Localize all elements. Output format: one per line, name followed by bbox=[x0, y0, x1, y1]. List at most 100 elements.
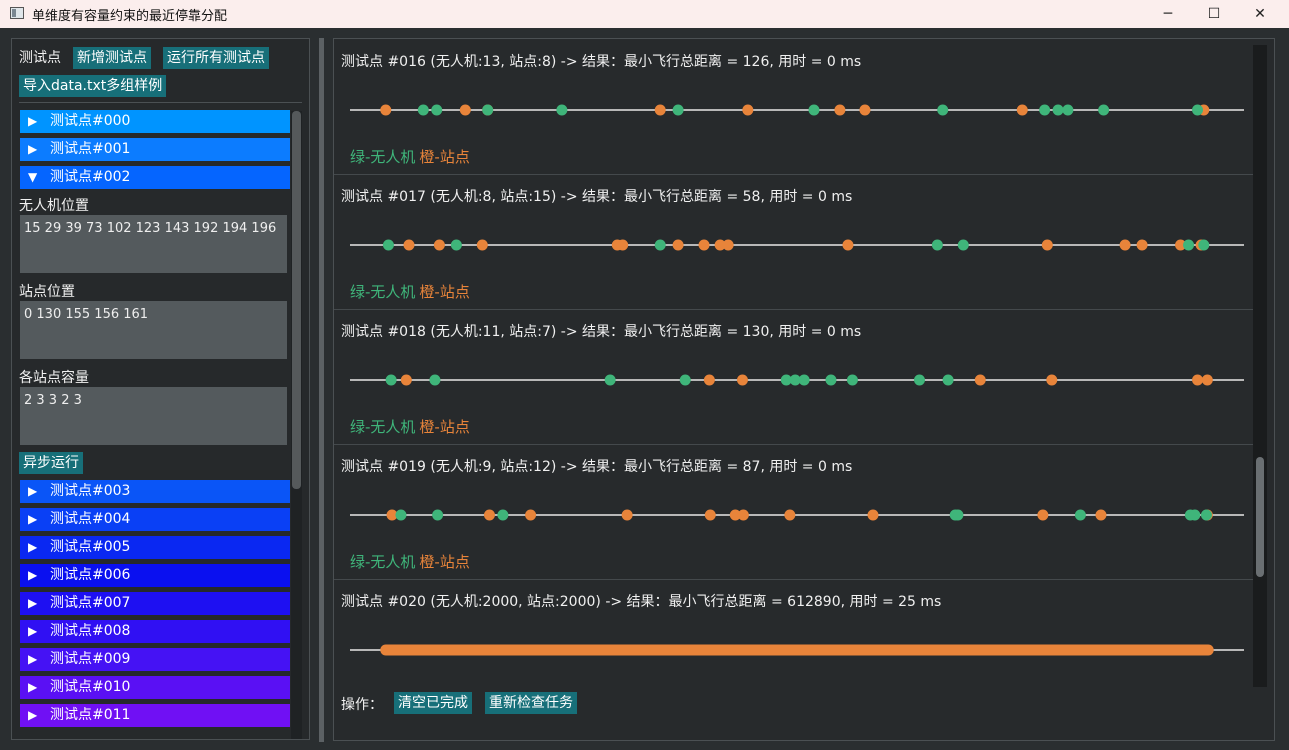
plot-legend: 绿-无人机 橙-站点 bbox=[350, 146, 470, 167]
drone-point bbox=[1039, 104, 1051, 116]
station-point bbox=[380, 104, 392, 116]
drone-point bbox=[1189, 509, 1201, 521]
testcase-item-label: 测试点#008 bbox=[50, 623, 131, 639]
expand-right-icon[interactable]: ▶ bbox=[28, 536, 37, 559]
testcase-item[interactable]: ▶ 测试点#010 bbox=[20, 676, 290, 699]
number-line-plot bbox=[350, 509, 1244, 521]
station-point bbox=[476, 239, 488, 251]
drone-point bbox=[957, 239, 969, 251]
scrollbar-thumb[interactable] bbox=[292, 111, 301, 489]
results-scrollbar-track[interactable] bbox=[1253, 45, 1267, 687]
stations-field[interactable]: 0 130 155 156 161 bbox=[20, 301, 287, 359]
testcase-item[interactable]: ▶ 测试点#004 bbox=[20, 508, 290, 531]
legend-drone: 绿-无人机 bbox=[350, 148, 416, 166]
drone-point bbox=[654, 239, 666, 251]
drone-point bbox=[556, 104, 568, 116]
result-card: 测试点 #019 (无人机:9, 站点:12) -> 结果：最小飞行总距离 = … bbox=[334, 444, 1254, 580]
expand-right-icon[interactable]: ▶ bbox=[28, 480, 37, 503]
station-point bbox=[698, 239, 710, 251]
legend-station: 橙-站点 bbox=[419, 283, 470, 301]
result-header: 测试点 #016 (无人机:13, 站点:8) -> 结果：最小飞行总距离 = … bbox=[341, 54, 862, 70]
close-button[interactable]: ✕ bbox=[1237, 0, 1283, 28]
testcase-item-label: 测试点#003 bbox=[50, 483, 131, 499]
drone-point bbox=[846, 374, 858, 386]
result-header: 测试点 #017 (无人机:8, 站点:15) -> 结果：最小飞行总距离 = … bbox=[341, 189, 853, 205]
results-scrollbar-thumb[interactable] bbox=[1256, 457, 1264, 577]
station-point bbox=[736, 374, 748, 386]
drone-point bbox=[450, 239, 462, 251]
testcase-item[interactable]: ▶ 测试点#000 bbox=[20, 110, 290, 133]
drone-point bbox=[1074, 509, 1086, 521]
drone-point bbox=[937, 104, 949, 116]
drone-point bbox=[931, 239, 943, 251]
expand-right-icon[interactable]: ▶ bbox=[28, 592, 37, 615]
station-point bbox=[1136, 239, 1148, 251]
testcase-item[interactable]: ▶ 测试点#007 bbox=[20, 592, 290, 615]
testcase-item-label: 测试点#011 bbox=[50, 707, 131, 723]
expand-right-icon[interactable]: ▶ bbox=[28, 110, 37, 133]
drone-point bbox=[1198, 239, 1210, 251]
testcase-panel: 测试点 新增测试点 运行所有测试点 导入data.txt多组样例 ▶ 测试点#00… bbox=[11, 38, 310, 740]
station-point bbox=[1119, 239, 1131, 251]
drone-point bbox=[1192, 104, 1204, 116]
plot-legend: 绿-无人机 橙-站点 bbox=[350, 551, 470, 572]
testcase-item[interactable]: ▶ 测试点#008 bbox=[20, 620, 290, 643]
testcase-item-label: 测试点#006 bbox=[50, 567, 131, 583]
testcase-item-label: 测试点#000 bbox=[50, 113, 131, 129]
result-header: 测试点 #020 (无人机:2000, 站点:2000) -> 结果：最小飞行总… bbox=[341, 594, 942, 610]
drones-field[interactable]: 15 29 39 73 102 123 143 192 194 196 bbox=[20, 215, 287, 273]
add-testcase-button[interactable]: 新增测试点 bbox=[73, 47, 151, 69]
drone-point bbox=[825, 374, 837, 386]
legend-drone: 绿-无人机 bbox=[350, 283, 416, 301]
expand-right-icon[interactable]: ▶ bbox=[28, 508, 37, 531]
drone-point bbox=[808, 104, 820, 116]
import-data-button[interactable]: 导入data.txt多组样例 bbox=[19, 75, 167, 97]
recheck-tasks-button[interactable]: 重新检查任务 bbox=[485, 692, 577, 714]
testcase-item-label: 测试点#010 bbox=[50, 679, 131, 695]
clear-completed-button[interactable]: 清空已完成 bbox=[394, 692, 472, 714]
expand-down-icon[interactable]: ▼ bbox=[28, 166, 37, 189]
testcase-item[interactable]: ▶ 测试点#006 bbox=[20, 564, 290, 587]
capacity-label: 各站点容量 bbox=[19, 370, 89, 386]
run-async-button[interactable]: 异步运行 bbox=[19, 452, 83, 474]
station-point bbox=[1037, 509, 1049, 521]
stations-label: 站点位置 bbox=[19, 284, 75, 300]
splitter-handle[interactable] bbox=[319, 38, 324, 742]
drone-point bbox=[679, 374, 691, 386]
capacity-field[interactable]: 2 3 3 2 3 bbox=[20, 387, 287, 445]
result-header: 测试点 #019 (无人机:9, 站点:12) -> 结果：最小飞行总距离 = … bbox=[341, 459, 853, 475]
station-point bbox=[722, 239, 734, 251]
station-point bbox=[525, 509, 537, 521]
expand-right-icon[interactable]: ▶ bbox=[28, 138, 37, 161]
expand-right-icon[interactable]: ▶ bbox=[28, 564, 37, 587]
minimize-button[interactable]: ─ bbox=[1145, 0, 1191, 28]
number-line-plot bbox=[350, 374, 1244, 386]
number-line-plot bbox=[350, 644, 1244, 656]
testcase-item[interactable]: ▶ 测试点#011 bbox=[20, 704, 290, 727]
station-point bbox=[834, 104, 846, 116]
station-point bbox=[867, 509, 879, 521]
maximize-button[interactable]: ☐ bbox=[1191, 0, 1237, 28]
drone-point bbox=[913, 374, 925, 386]
testcase-label: 测试点 bbox=[19, 50, 61, 66]
testcase-item[interactable]: ▼ 测试点#002 bbox=[20, 166, 290, 189]
expand-right-icon[interactable]: ▶ bbox=[28, 648, 37, 671]
expand-right-icon[interactable]: ▶ bbox=[28, 704, 37, 727]
drone-point bbox=[395, 509, 407, 521]
station-point bbox=[784, 509, 796, 521]
testcase-item-label: 测试点#005 bbox=[50, 539, 131, 555]
drone-point bbox=[1052, 104, 1064, 116]
testcase-item[interactable]: ▶ 测试点#005 bbox=[20, 536, 290, 559]
plot-legend: 绿-无人机 橙-站点 bbox=[350, 281, 470, 302]
station-point bbox=[459, 104, 471, 116]
drone-point bbox=[942, 374, 954, 386]
operations-label: 操作： bbox=[341, 697, 383, 713]
expand-right-icon[interactable]: ▶ bbox=[28, 676, 37, 699]
testcase-item[interactable]: ▶ 测试点#009 bbox=[20, 648, 290, 671]
legend-station: 橙-站点 bbox=[419, 418, 470, 436]
testcase-item[interactable]: ▶ 测试点#001 bbox=[20, 138, 290, 161]
testcase-item[interactable]: ▶ 测试点#003 bbox=[20, 480, 290, 503]
station-point bbox=[400, 374, 412, 386]
expand-right-icon[interactable]: ▶ bbox=[28, 620, 37, 643]
run-all-button[interactable]: 运行所有测试点 bbox=[163, 47, 269, 69]
